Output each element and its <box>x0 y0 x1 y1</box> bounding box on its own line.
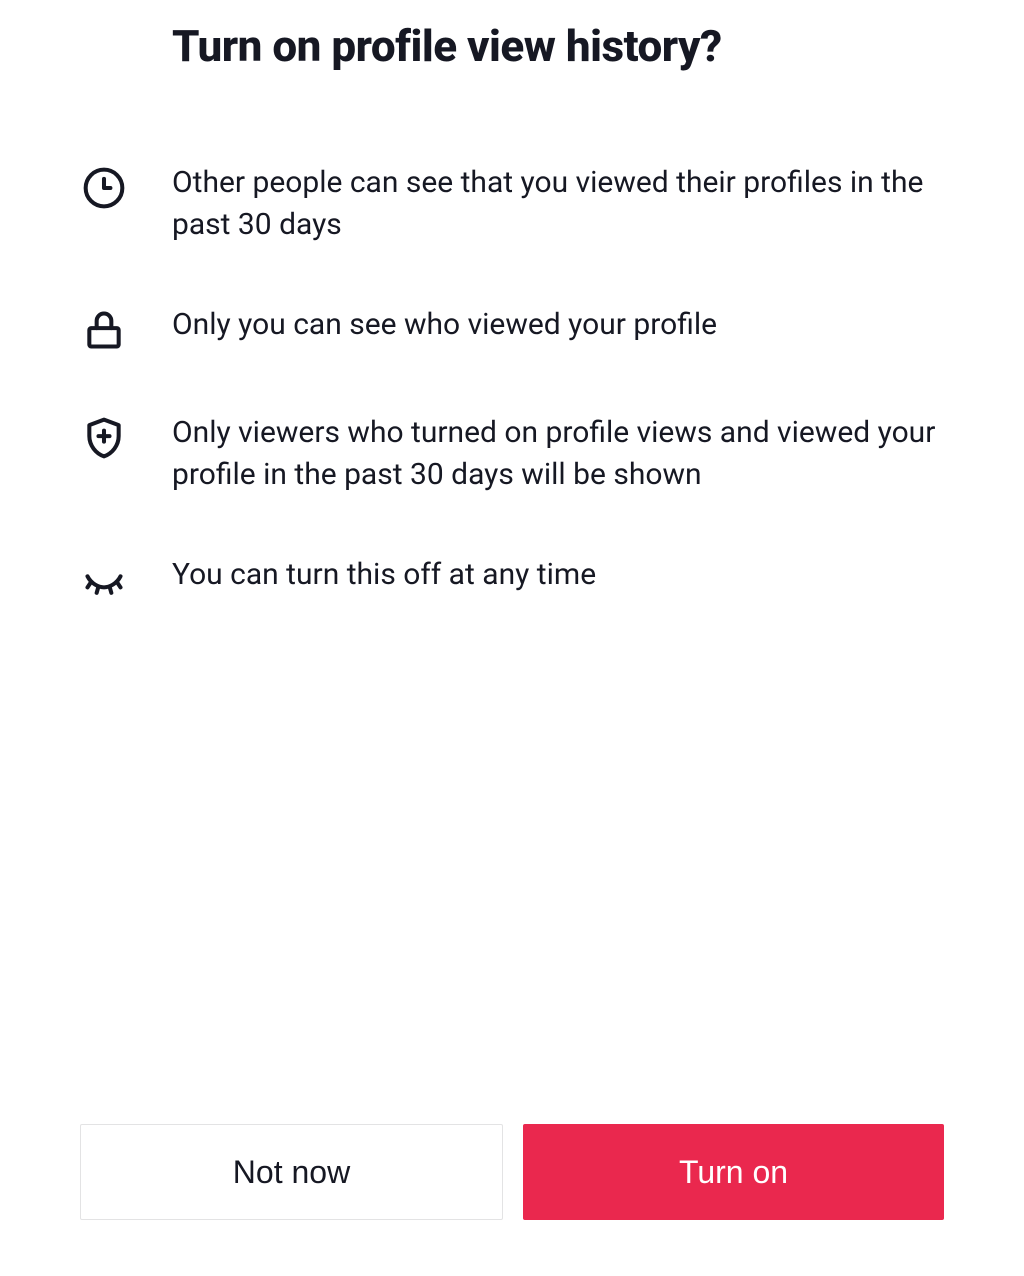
not-now-button[interactable]: Not now <box>80 1124 503 1220</box>
button-row: Not now Turn on <box>80 1124 944 1220</box>
list-item: Only you can see who viewed your profile <box>80 304 944 354</box>
list-item-text: Only you can see who viewed your profile <box>172 304 717 346</box>
list-item: Only viewers who turned on profile views… <box>80 412 944 496</box>
lock-icon <box>80 306 128 354</box>
shield-plus-icon <box>80 414 128 462</box>
dialog-container: Turn on profile view history? Other peop… <box>0 0 1024 1276</box>
clock-icon <box>80 164 128 212</box>
list-item-text: You can turn this off at any time <box>172 554 596 596</box>
list-item: Other people can see that you viewed the… <box>80 162 944 246</box>
info-list: Other people can see that you viewed the… <box>80 162 944 662</box>
list-item-text: Other people can see that you viewed the… <box>172 162 944 246</box>
dialog-title: Turn on profile view history? <box>172 20 944 72</box>
turn-on-button[interactable]: Turn on <box>523 1124 944 1220</box>
eye-closed-icon <box>80 556 128 604</box>
list-item-text: Only viewers who turned on profile views… <box>172 412 944 496</box>
list-item: You can turn this off at any time <box>80 554 944 604</box>
